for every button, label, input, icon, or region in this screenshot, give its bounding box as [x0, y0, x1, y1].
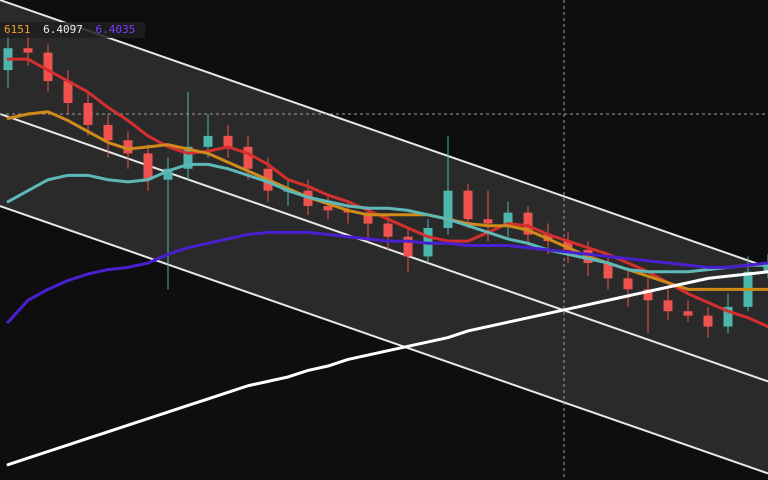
candle-body: [223, 135, 233, 147]
ma-label-3: 6.4035: [95, 23, 136, 36]
candle-body: [683, 311, 693, 316]
ma-value-labels: 6151 6.4097 6.4035: [0, 22, 146, 38]
candle-body: [323, 206, 333, 211]
ma-label-1: 6151: [4, 23, 31, 36]
candle-body: [623, 278, 633, 290]
ma-label-2: 6.4097: [43, 23, 83, 36]
candle-body: [83, 103, 93, 125]
candle-body: [463, 190, 473, 220]
candle-body: [703, 315, 713, 327]
price-chart[interactable]: [0, 0, 768, 480]
candle-body: [23, 48, 33, 53]
candle-body: [503, 212, 513, 224]
candle-body: [203, 135, 213, 147]
candle-body: [663, 300, 673, 312]
candle-body: [243, 146, 253, 169]
candle-body: [483, 219, 493, 224]
candle-body: [383, 223, 393, 237]
candle-body: [103, 124, 113, 141]
candle-body: [443, 190, 453, 228]
candle-body: [143, 153, 153, 180]
